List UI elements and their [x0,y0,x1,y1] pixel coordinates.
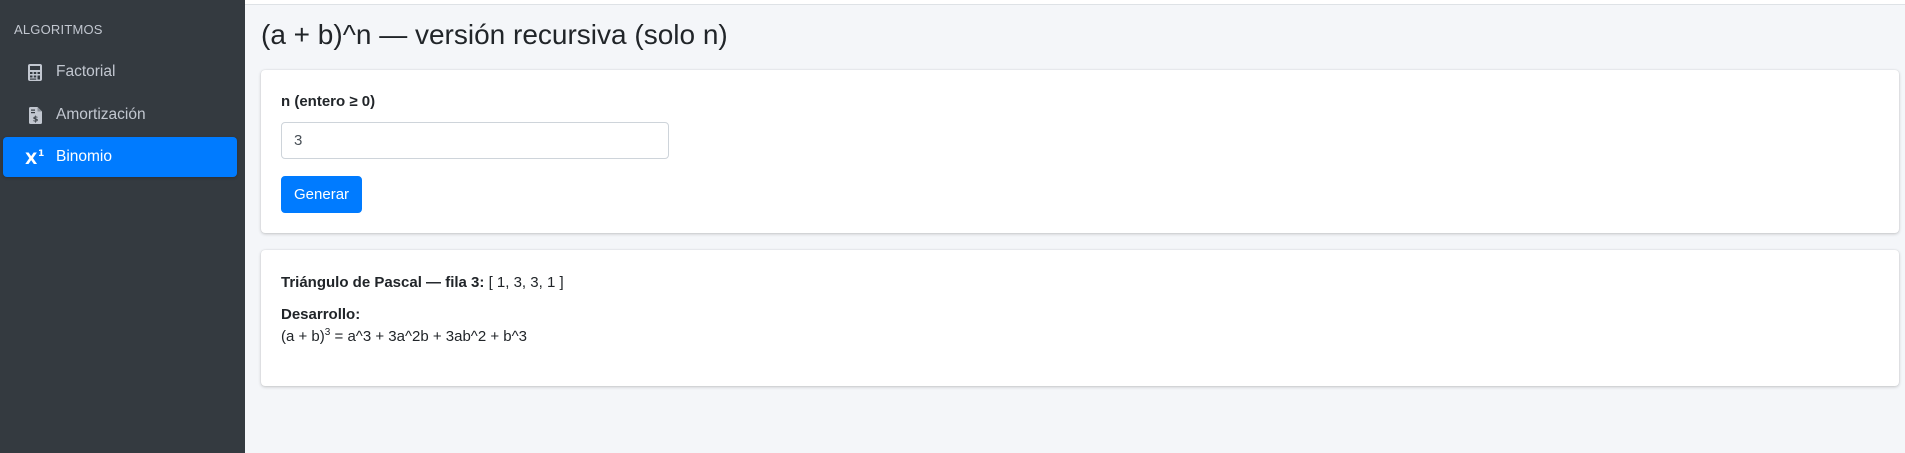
main-content: (a + b)^n — versión recursiva (solo n) n… [245,0,1905,453]
svg-text:$: $ [32,114,38,123]
svg-text:X: X [25,149,38,166]
sidebar-item-label: Amortización [56,106,146,123]
development-label: Desarrollo: [281,306,361,323]
calculator-icon [25,62,45,82]
input-card: n (entero ≥ 0) Generar [261,70,1899,233]
sidebar-item-amortizacion[interactable]: $ Amortización [3,95,237,135]
expression-base: (a + b) [281,328,325,345]
sidebar-item-binomio[interactable]: X 1 Binomio [3,137,237,177]
page-title: (a + b)^n — versión recursiva (solo n) [261,19,728,50]
result-card: Triángulo de Pascal — fila 3: [ 1, 3, 3,… [261,250,1899,386]
generate-button[interactable]: Generar [281,176,363,213]
pascal-value: [ 1, 3, 3, 1 ] [488,274,564,291]
expression-exponent: 3 [324,327,331,338]
svg-text:1: 1 [38,149,44,159]
sidebar-item-label: Factorial [56,63,116,80]
pascal-label: Triángulo de Pascal — fila 3: [281,274,485,291]
n-input[interactable] [281,122,669,159]
development-expression: (a + b)3 = a^3 + 3a^2b + 3ab^2 + b^3 [281,327,527,346]
superscript-icon: X 1 [25,147,45,167]
pascal-row: Triángulo de Pascal — fila 3: [ 1, 3, 3,… [281,274,564,291]
n-field-label: n (entero ≥ 0) [281,93,376,110]
file-invoice-dollar-icon: $ [25,105,45,125]
sidebar-header: ALGORITMOS [14,22,103,37]
sidebar-item-label: Binomio [56,148,112,165]
expression-expansion: = a^3 + 3a^2b + 3ab^2 + b^3 [334,328,527,345]
top-navbar-edge [245,0,1905,5]
sidebar: ALGORITMOS Factorial $ Amortización X 1 … [0,0,245,453]
sidebar-item-factorial[interactable]: Factorial [3,52,237,92]
